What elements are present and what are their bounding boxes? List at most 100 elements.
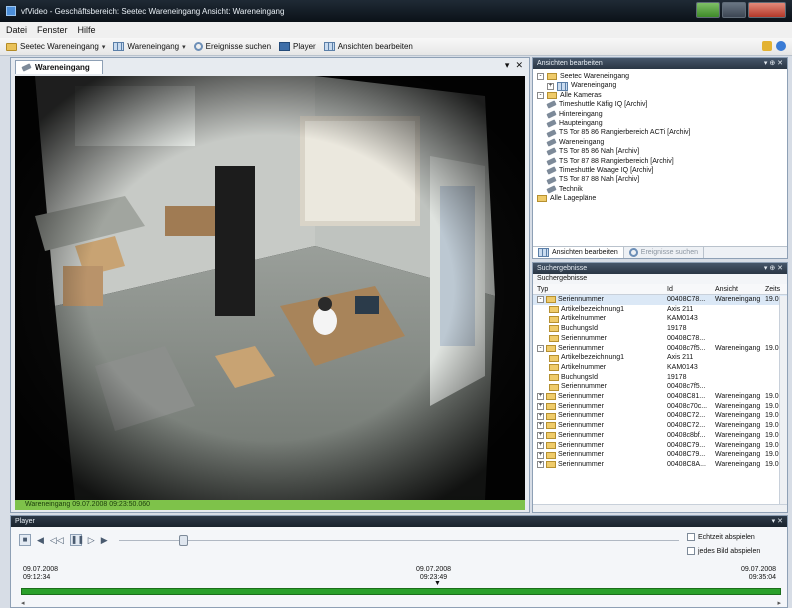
stop-icon[interactable]: ■ bbox=[19, 534, 31, 546]
panel-pin-icon[interactable]: ▾ ✕ bbox=[772, 516, 783, 527]
tab-ansichten-bearbeiten[interactable]: Ansichten bearbeiten bbox=[533, 247, 624, 258]
panel-pin-icon[interactable]: ▾ ⊕ ✕ bbox=[764, 58, 783, 69]
rewind-icon[interactable]: ◁◁ bbox=[50, 535, 64, 546]
tree-item[interactable]: + Wareneingang bbox=[537, 81, 787, 91]
checkbox-box[interactable] bbox=[687, 547, 695, 555]
column-header-ansicht[interactable]: Ansicht bbox=[715, 284, 765, 295]
view-dropdown[interactable]: Wareneingang ▾ bbox=[113, 42, 186, 51]
minimize-button[interactable] bbox=[696, 2, 720, 18]
tree-item[interactable]: Haupteingang bbox=[537, 119, 787, 128]
expand-icon[interactable]: + bbox=[537, 403, 544, 411]
tree-item[interactable]: - Alle Kameras bbox=[537, 91, 787, 100]
tab-wareneingang[interactable]: Wareneingang bbox=[15, 60, 103, 74]
toolbar: Seetec Wareneingang ▾ Wareneingang ▾ Ere… bbox=[0, 38, 792, 56]
tree-item[interactable]: TS Tor 87 88 Nah [Archiv] bbox=[537, 175, 787, 185]
table-row[interactable]: + Seriennummer 00408C81... Wareneingang 19.0 bbox=[533, 392, 787, 402]
maximize-button[interactable] bbox=[722, 2, 746, 18]
search-events-button[interactable]: Ereignisse suchen bbox=[193, 42, 271, 51]
timeline-bar[interactable] bbox=[21, 588, 781, 595]
close-icon[interactable]: ✕ bbox=[515, 60, 523, 71]
checkbox-box[interactable] bbox=[687, 533, 695, 541]
window-title: vfVideo - Geschäftsbereich: Seetec Waren… bbox=[21, 6, 285, 16]
table-row[interactable]: + Seriennummer 00408C8A... Wareneingang 19.0 bbox=[533, 460, 787, 470]
scroll-left-icon[interactable]: ◂ bbox=[21, 599, 25, 607]
cell-typ-label: Seriennummer bbox=[558, 451, 604, 459]
table-row[interactable]: + Seriennummer 00408C79... Wareneingang 19.0 bbox=[533, 450, 787, 460]
table-row[interactable]: - Seriennummer 00408C78... Wareneingang 19.0 bbox=[533, 295, 787, 305]
cell-typ: Artikelbezeichnung1 bbox=[537, 353, 667, 363]
tree-item[interactable]: TS Tor 85 86 Nah [Archiv] bbox=[537, 147, 787, 157]
close-button[interactable] bbox=[748, 2, 786, 18]
menu-fenster[interactable]: Fenster bbox=[37, 25, 68, 35]
expand-icon[interactable]: + bbox=[547, 82, 554, 90]
player-button[interactable]: Player bbox=[279, 42, 316, 51]
position-marker-icon[interactable]: ▼ bbox=[434, 580, 441, 587]
column-header-id[interactable]: Id bbox=[667, 284, 715, 295]
tree-item[interactable]: Alle Lagepläne bbox=[537, 194, 787, 203]
tree-item[interactable]: Timeshuttle Waage IQ [Archiv] bbox=[537, 166, 787, 175]
tree-item[interactable]: Wareneingang bbox=[537, 138, 787, 147]
workspace-dropdown[interactable]: Seetec Wareneingang ▾ bbox=[6, 42, 105, 51]
results-vertical-scrollbar[interactable] bbox=[779, 296, 787, 504]
scroll-right-icon[interactable]: ▸ bbox=[777, 599, 781, 607]
table-row[interactable]: + Seriennummer 00408c8bf... Wareneingang 19.… bbox=[533, 431, 787, 441]
collapse-icon[interactable]: - bbox=[537, 344, 544, 352]
table-row[interactable]: Artikelbezeichnung1 Axis 211 bbox=[533, 305, 787, 315]
column-header-zeit[interactable]: Zeits bbox=[765, 284, 789, 295]
expand-icon[interactable]: + bbox=[537, 461, 544, 469]
table-row[interactable]: + Seriennummer 00408C72... Wareneingang 19.0 bbox=[533, 421, 787, 431]
table-row[interactable]: Artikelnummer KAM0143 bbox=[533, 363, 787, 373]
expand-icon[interactable]: + bbox=[537, 412, 544, 420]
column-header-typ[interactable]: Typ bbox=[537, 284, 667, 295]
pause-icon[interactable]: ❚❚ bbox=[69, 534, 84, 546]
menu-hilfe[interactable]: Hilfe bbox=[78, 25, 96, 35]
lock-icon[interactable] bbox=[762, 41, 772, 51]
camera-video-view[interactable] bbox=[15, 76, 525, 500]
collapse-icon[interactable]: - bbox=[537, 296, 544, 304]
table-row[interactable]: Seriennummer 00408c7f5... bbox=[533, 382, 787, 392]
table-row[interactable]: Seriennummer 00408C78... bbox=[533, 334, 787, 344]
speed-slider[interactable] bbox=[119, 535, 679, 546]
table-row[interactable]: Artikelnummer KAM0143 bbox=[533, 314, 787, 324]
table-row[interactable]: + Seriennummer 00408C79... Wareneingang 19.0 bbox=[533, 441, 787, 451]
tab-ereignisse-suchen[interactable]: Ereignisse suchen bbox=[624, 247, 704, 258]
collapse-icon[interactable]: - bbox=[537, 73, 544, 81]
expand-icon[interactable]: + bbox=[537, 422, 544, 430]
tree-item[interactable]: TS Tor 85 86 Rangierbereich ACTi [Archiv… bbox=[537, 128, 787, 138]
table-row[interactable]: BuchungsId 19178 bbox=[533, 373, 787, 383]
tree-item[interactable]: Technik bbox=[537, 185, 787, 194]
expand-icon[interactable]: + bbox=[537, 432, 544, 440]
timeline-scrollbar[interactable]: ◂ ▸ bbox=[21, 599, 781, 607]
edit-views-button[interactable]: Ansichten bearbeiten bbox=[323, 42, 413, 51]
layout-grid-icon bbox=[323, 42, 335, 51]
menu-datei[interactable]: Datei bbox=[6, 25, 27, 35]
panel-pin-icon[interactable]: ▾ ⊕ ✕ bbox=[764, 263, 783, 274]
tree-item[interactable]: - Seetec Wareneingang bbox=[537, 72, 787, 81]
table-row[interactable]: - Seriennummer 00408c7f5... Wareneingang 19.… bbox=[533, 344, 787, 354]
slider-knob[interactable] bbox=[179, 535, 188, 546]
step-back-icon[interactable]: ◀ bbox=[37, 535, 44, 546]
chevron-down-icon: ▾ bbox=[182, 43, 186, 51]
expand-icon[interactable]: + bbox=[537, 393, 544, 401]
globe-icon[interactable] bbox=[776, 41, 786, 51]
results-horizontal-scrollbar[interactable] bbox=[533, 504, 787, 512]
table-row[interactable]: + Seriennummer 00408c70c... Wareneingang 19.… bbox=[533, 402, 787, 412]
tree-item[interactable]: Hintereingang bbox=[537, 110, 787, 119]
play-icon[interactable]: ▶ bbox=[101, 535, 108, 546]
tree-item[interactable]: Timeshuttle Käfig IQ [Archiv] bbox=[537, 100, 787, 110]
camera-icon bbox=[546, 128, 557, 138]
tree-item[interactable]: TS Tor 87 88 Rangierbereich [Archiv] bbox=[537, 157, 787, 166]
time-end: 09.07.2008 09:35:04 bbox=[741, 566, 776, 582]
tree-item-label: Timeshuttle Käfig IQ [Archiv] bbox=[559, 101, 648, 109]
every-frame-checkbox[interactable]: jedes Bild abspielen bbox=[687, 547, 760, 555]
step-forward-icon[interactable]: ▷ bbox=[88, 535, 95, 546]
realtime-checkbox[interactable]: Echtzeit abspielen bbox=[687, 533, 755, 541]
table-row[interactable]: BuchungsId 19178 bbox=[533, 324, 787, 334]
camera-icon bbox=[546, 176, 557, 185]
table-row[interactable]: Artikelbezeichnung1 Axis 211 bbox=[533, 353, 787, 363]
table-row[interactable]: + Seriennummer 00408C72... Wareneingang 19.0 bbox=[533, 411, 787, 421]
expand-icon[interactable]: + bbox=[537, 441, 544, 449]
expand-icon[interactable]: + bbox=[537, 451, 544, 459]
dropdown-icon[interactable]: ▾ bbox=[505, 60, 510, 71]
collapse-icon[interactable]: - bbox=[537, 92, 544, 100]
